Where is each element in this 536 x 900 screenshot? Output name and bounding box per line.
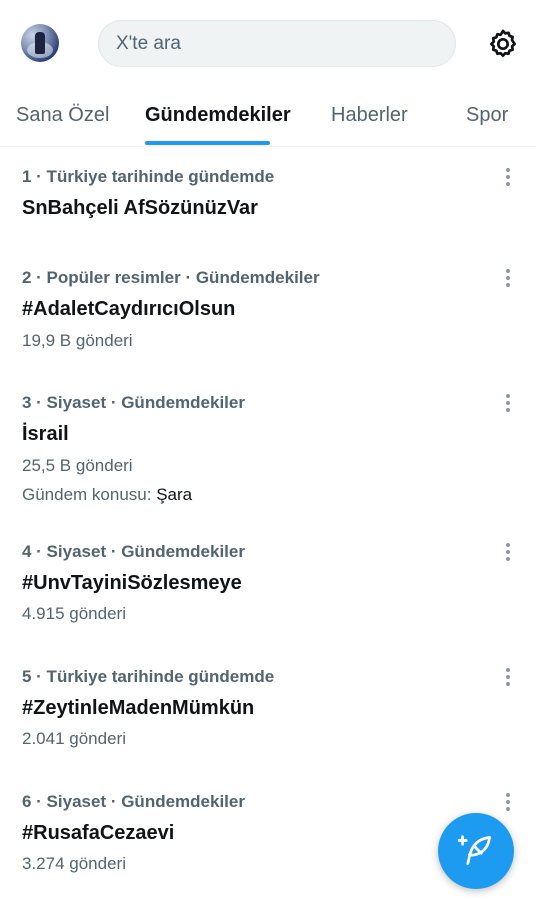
trend-topic-value[interactable]: Şara xyxy=(156,485,192,504)
trend-meta: 5 · Türkiye tarihinde gündemde xyxy=(22,667,275,686)
tab-gundemdekiler[interactable]: Gündemdekiler xyxy=(145,104,291,127)
trend-post-count: 4.915 gönderi xyxy=(22,604,126,623)
compose-post-icon xyxy=(458,835,491,866)
profile-avatar[interactable] xyxy=(21,24,59,62)
trend-post-count: 3.274 gönderi xyxy=(22,854,126,873)
trend-name: #ZeytinleMadenMümkün xyxy=(22,697,255,719)
trend-name: #AdaletCaydırıcıOlsun xyxy=(22,298,236,320)
trend-post-count: 25,5 B gönderi xyxy=(22,456,133,475)
more-options-icon[interactable] xyxy=(500,166,516,188)
trend-meta: 1 · Türkiye tarihinde gündemde xyxy=(22,167,275,186)
trend-name: SnBahçeli AfSözünüzVar xyxy=(22,197,258,219)
tab-haberler[interactable]: Haberler xyxy=(331,104,408,127)
trend-topic-label: Gündem konusu: xyxy=(22,485,157,504)
trend-item[interactable]: 3 · Siyaset · Gündemdekiler İsrail 25,5 … xyxy=(0,375,536,523)
tab-bar: Sana Özel Gündemdekiler Haberler Spor xyxy=(0,88,536,147)
trend-name: #RusafaCezaevi xyxy=(22,822,175,844)
more-options-icon[interactable] xyxy=(500,392,516,414)
trend-meta: 4 · Siyaset · Gündemdekiler xyxy=(22,542,245,561)
trend-name: İsrail xyxy=(22,423,69,445)
compose-post-button[interactable] xyxy=(438,813,514,889)
trend-post-count: 19,9 B gönderi xyxy=(22,331,133,350)
top-bar: X'te ara xyxy=(0,0,536,88)
active-tab-indicator xyxy=(145,141,270,145)
trend-item[interactable]: 2 · Popüler resimler · Gündemdekiler #Ad… xyxy=(0,250,536,375)
more-options-icon[interactable] xyxy=(500,267,516,289)
gear-icon[interactable] xyxy=(486,27,520,61)
avatar-figure xyxy=(35,32,45,54)
trend-meta: 2 · Popüler resimler · Gündemdekiler xyxy=(22,268,320,287)
more-options-icon[interactable] xyxy=(500,541,516,563)
search-input[interactable]: X'te ara xyxy=(98,20,456,67)
trend-meta: 3 · Siyaset · Gündemdekiler xyxy=(22,393,245,412)
tab-spor[interactable]: Spor xyxy=(466,104,508,127)
trend-name: #UnvTayiniSözlesmeye xyxy=(22,572,242,594)
more-options-icon[interactable] xyxy=(500,666,516,688)
tab-sana-ozel[interactable]: Sana Özel xyxy=(16,104,109,127)
trend-item[interactable]: 4 · Siyaset · Gündemdekiler #UnvTayiniSö… xyxy=(0,523,536,648)
trend-post-count: 2.041 gönderi xyxy=(22,729,126,748)
search-placeholder: X'te ara xyxy=(116,32,181,54)
trend-item[interactable]: 5 · Türkiye tarihinde gündemde #Zeytinle… xyxy=(0,648,536,773)
more-options-icon[interactable] xyxy=(500,791,516,813)
trend-item[interactable]: 1 · Türkiye tarihinde gündemde SnBahçeli… xyxy=(0,150,536,250)
trend-topic: Gündem konusu: Şara xyxy=(22,485,192,505)
trend-meta: 6 · Siyaset · Gündemdekiler xyxy=(22,792,245,811)
